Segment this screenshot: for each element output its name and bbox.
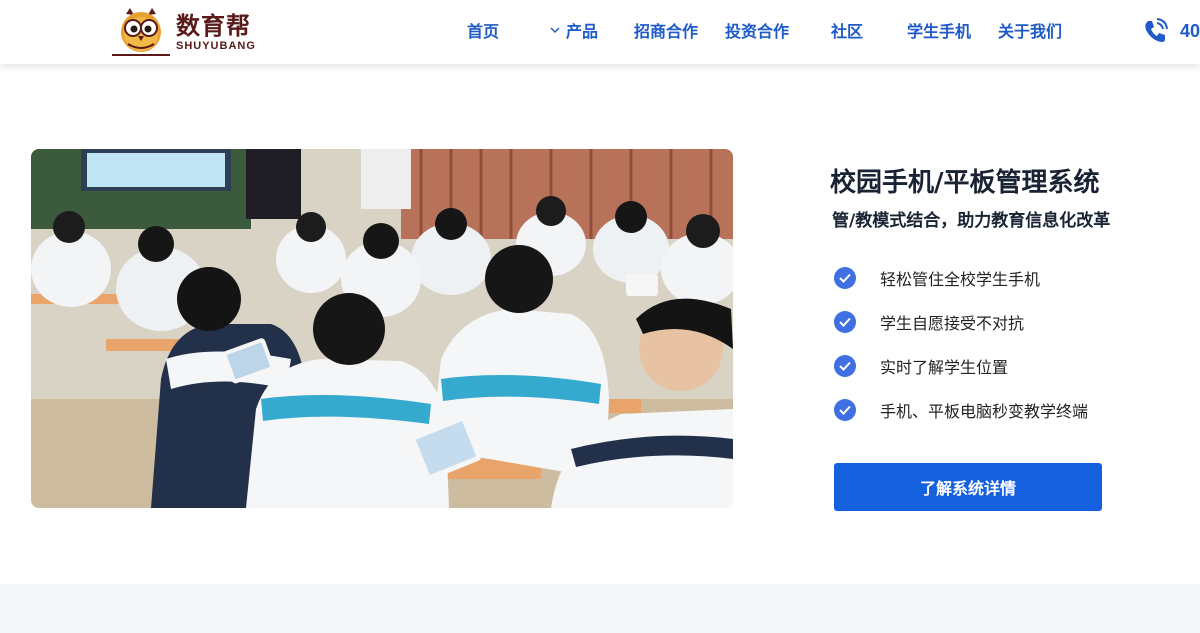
nav-item-investment[interactable]: 投资合作: [725, 20, 789, 44]
nav-item-franchise[interactable]: 招商合作: [634, 20, 698, 44]
nav-item-student-phone[interactable]: 学生手机: [907, 20, 971, 44]
list-item: 轻松管住全校学生手机: [834, 256, 1174, 300]
page: 数育帮 SHUYUBANG 首页 产品 招商合作 投资合作 社区 学生手机 关于…: [0, 0, 1200, 633]
list-item: 学生自愿接受不对抗: [834, 300, 1174, 344]
feature-list: 轻松管住全校学生手机 学生自愿接受不对抗 实时了解学生位置 手机、平板电脑秒变教…: [834, 256, 1174, 432]
phone-number: 40: [1180, 20, 1200, 41]
feature-text: 实时了解学生位置: [880, 358, 1009, 377]
nav-item-community[interactable]: 社区: [831, 20, 863, 44]
list-item: 手机、平板电脑秒变教学终端: [834, 388, 1174, 432]
phone-icon: [1145, 18, 1168, 42]
hero-subtitle: 管/教模式结合，助力教育信息化改革: [832, 211, 1111, 231]
nav-item-products-label: 产品: [566, 22, 599, 41]
check-circle-icon: [834, 311, 856, 333]
chevron-down-icon: [550, 27, 560, 34]
hero-section: 校园手机/平板管理系统 管/教模式结合，助力教育信息化改革 轻松管住全校学生手机…: [0, 64, 1200, 584]
list-item: 实时了解学生位置: [834, 344, 1174, 388]
nav-item-products[interactable]: 产品: [550, 20, 598, 44]
classroom-photo: [31, 149, 733, 508]
hero-title: 校园手机/平板管理系统: [830, 168, 1100, 198]
feature-text: 学生自愿接受不对抗: [880, 314, 1025, 333]
next-section-band: [0, 584, 1200, 633]
check-circle-icon: [834, 355, 856, 377]
contact-phone[interactable]: 40: [1142, 18, 1200, 44]
main-nav: 首页 产品 招商合作 投资合作 社区 学生手机 关于我们: [0, 0, 1200, 64]
feature-text: 手机、平板电脑秒变教学终端: [880, 402, 1089, 421]
learn-more-button[interactable]: 了解系统详情: [834, 463, 1102, 511]
site-header: 数育帮 SHUYUBANG 首页 产品 招商合作 投资合作 社区 学生手机 关于…: [0, 0, 1200, 64]
check-circle-icon: [834, 267, 856, 289]
nav-item-home[interactable]: 首页: [467, 20, 499, 44]
check-circle-icon: [834, 399, 856, 421]
feature-text: 轻松管住全校学生手机: [880, 270, 1041, 289]
nav-item-about[interactable]: 关于我们: [998, 20, 1062, 44]
